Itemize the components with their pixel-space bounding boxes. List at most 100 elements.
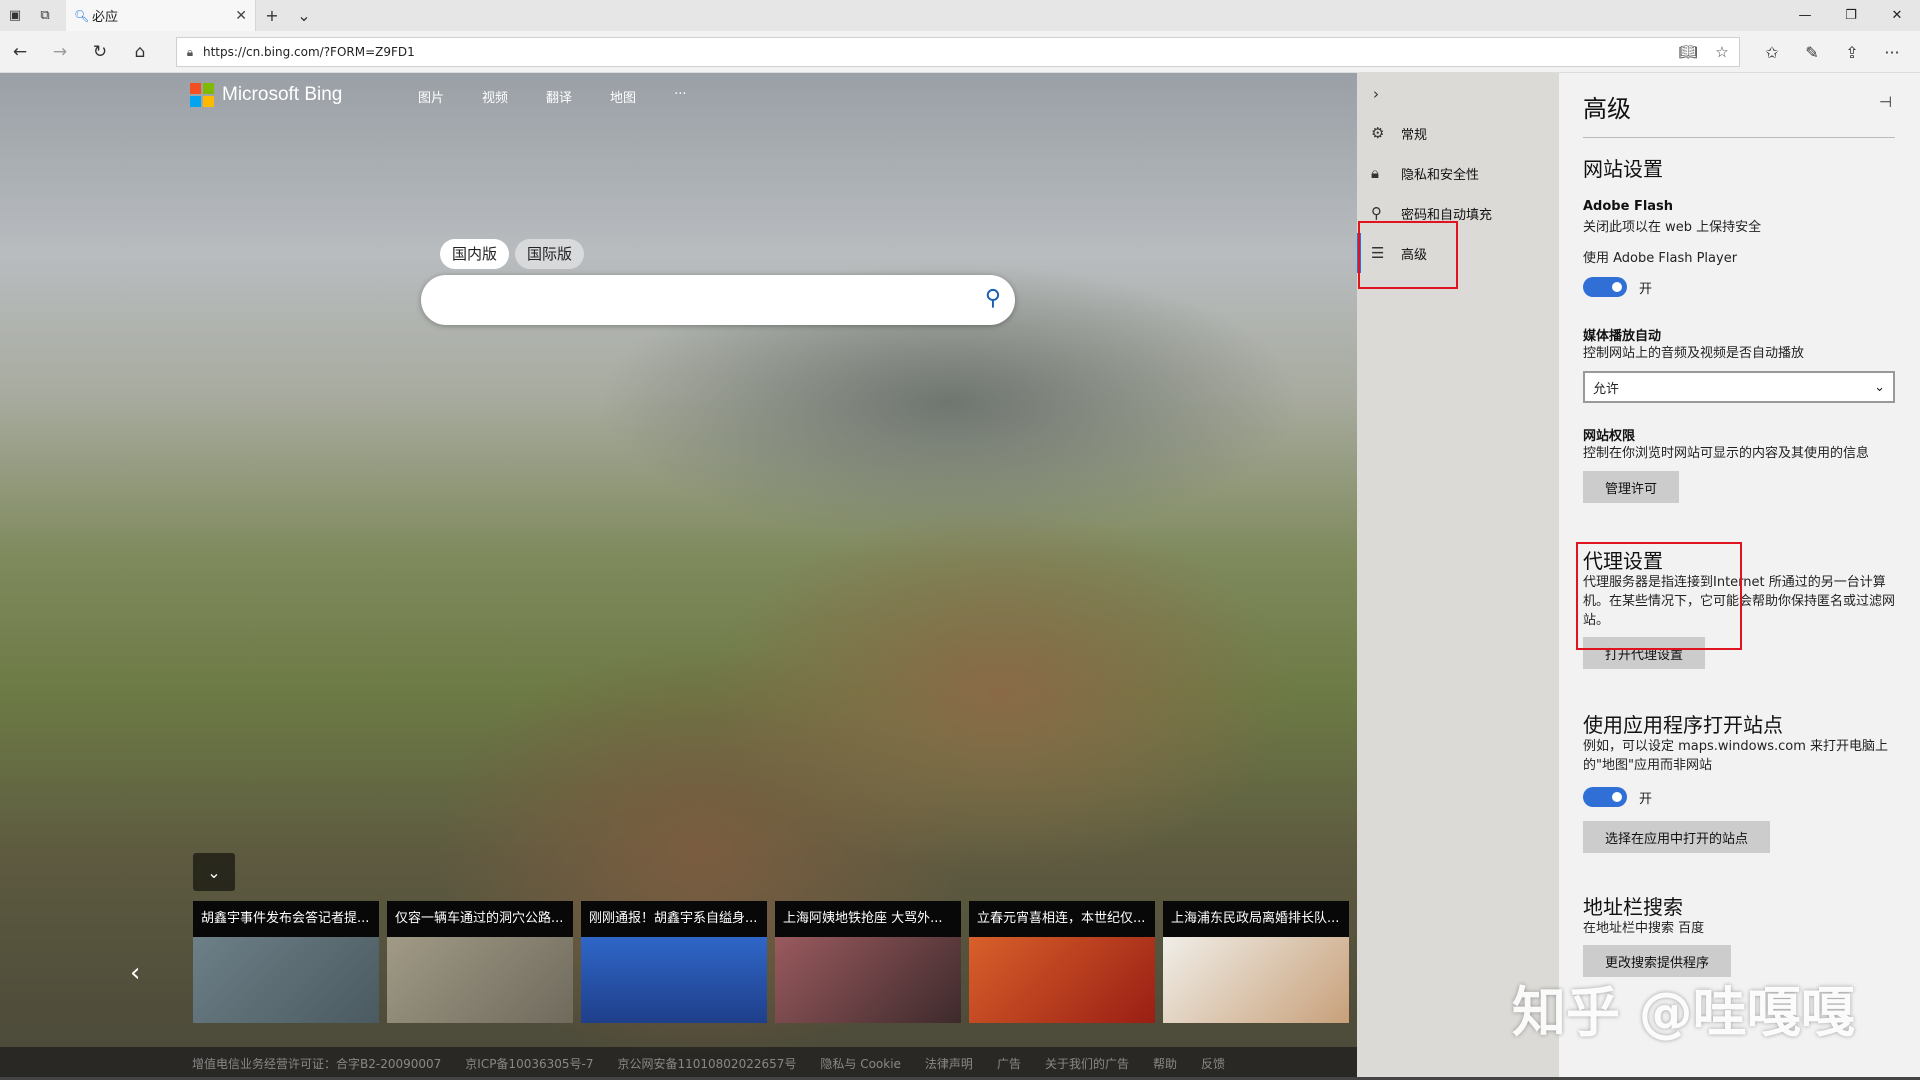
bing-nav-maps[interactable]: 地图 <box>610 87 636 106</box>
settings-panel: 高级 ⊣ 网站设置 Adobe Flash 关闭此项以在 web 上保持安全 使… <box>1559 73 1920 1080</box>
minimize-button[interactable]: — <box>1782 0 1828 31</box>
flash-toggle[interactable] <box>1583 277 1627 297</box>
settings-nav: › ⚙ 常规 🔒︎ 隐私和安全性 ⚲ 密码和自动填充 ☰ 高级 <box>1357 73 1559 1080</box>
news-card[interactable]: 仅容一辆车通过的洞穴公路... <box>387 901 573 1023</box>
search-input[interactable]: ⚲ <box>421 275 1015 325</box>
tab-international[interactable]: 国际版 <box>515 239 585 269</box>
tab-title: 必应 <box>92 10 119 25</box>
news-caption: 仅容一辆车通过的洞穴公路... <box>387 901 573 937</box>
lock-icon: 🔒︎ <box>186 44 194 59</box>
close-tab-icon[interactable]: ✕ <box>235 8 247 24</box>
restore-button[interactable]: ❐ <box>1828 0 1874 31</box>
bing-logo[interactable]: Microsoft Bing <box>190 83 342 107</box>
search-icon[interactable]: ⚲ <box>985 286 1001 311</box>
manage-permissions-button[interactable]: 管理许可 <box>1583 471 1680 503</box>
news-thumbnail <box>775 937 961 1023</box>
footer-link[interactable]: 增值电信业务经营许可证：合字B2-20090007 <box>192 1055 441 1072</box>
news-caption: 胡鑫宇事件发布会答记者提... <box>193 901 379 937</box>
region-tabs: 国内版 国际版 <box>440 239 590 269</box>
chevron-right-icon[interactable]: › <box>1373 85 1379 103</box>
toggle-state: 开 <box>1639 281 1653 297</box>
news-card[interactable]: 立春元宵喜相连，本世纪仅... <box>969 901 1155 1023</box>
apps-title: 使用应用程序打开站点 <box>1583 713 1783 737</box>
url-text[interactable]: https://cn.bing.com/?FORM=Z9FD1 <box>203 45 1671 59</box>
apps-desc: 例如，可以设定 maps.windows.com 来打开电脑上的"地图"应用而非… <box>1583 739 1889 773</box>
footer-link[interactable]: 反馈 <box>1201 1055 1225 1072</box>
news-strip: 胡鑫宇事件发布会答记者提... 仅容一辆车通过的洞穴公路... 刚刚通报！胡鑫宇… <box>193 901 1357 1023</box>
microsoft-logo-icon <box>190 83 214 107</box>
bing-nav-more[interactable]: ··· <box>674 87 686 106</box>
permissions-desc: 控制在你浏览时网站可显示的内容及其使用的信息 <box>1583 446 1870 461</box>
pin-icon[interactable]: ⊣ <box>1879 93 1892 111</box>
settings-item-label: 密码和自动填充 <box>1401 207 1493 223</box>
bing-nav-translate[interactable]: 翻译 <box>546 87 572 106</box>
news-thumbnail <box>1163 937 1349 1023</box>
footer-link[interactable]: 京ICP备10036305号-7 <box>465 1055 593 1072</box>
close-window-button[interactable]: ✕ <box>1874 0 1920 31</box>
share-icon[interactable]: ⇪ <box>1832 43 1872 62</box>
bing-nav-images[interactable]: 图片 <box>418 87 444 106</box>
tab-preview-button[interactable]: ⌄ <box>288 0 320 31</box>
flash-toggle-row: 开 <box>1583 277 1652 297</box>
media-title: 媒体播放自动 <box>1583 329 1662 344</box>
footer-link[interactable]: 帮助 <box>1153 1055 1177 1072</box>
choose-app-sites-button[interactable]: 选择在应用中打开的站点 <box>1583 821 1771 853</box>
settings-item-general[interactable]: ⚙ 常规 <box>1357 113 1559 153</box>
tab-domestic[interactable]: 国内版 <box>440 239 510 269</box>
news-caption: 立春元宵喜相连，本世纪仅... <box>969 901 1155 937</box>
watermark: 知乎 @哇嘎嘎 <box>1512 981 1855 1044</box>
favorites-hub-icon[interactable]: ✩ <box>1752 43 1792 62</box>
news-thumbnail <box>969 937 1155 1023</box>
media-autoplay-select[interactable]: 允许 ⌄ <box>1583 371 1895 403</box>
footer-link[interactable]: 京公网安备11010802022657号 <box>617 1055 796 1072</box>
news-thumbnail <box>193 937 379 1023</box>
bing-search-icon: 🔍︎ <box>74 8 90 23</box>
media-desc: 控制网站上的音频及视频是否自动播放 <box>1583 346 1805 361</box>
footer-link[interactable]: 关于我们的广告 <box>1045 1055 1129 1072</box>
navigation-bar: ← → ↻ ⌂ 🔒︎ https://cn.bing.com/?FORM=Z9F… <box>0 31 1920 73</box>
settings-item-label: 隐私和安全性 <box>1401 167 1480 183</box>
new-tab-button[interactable]: + <box>256 0 288 31</box>
toggle-state: 开 <box>1639 791 1653 807</box>
news-caption: 刚刚通报！胡鑫宇系自缢身... <box>581 901 767 937</box>
tab-actions-icon[interactable]: ▣ <box>0 0 30 31</box>
news-prev-arrow[interactable]: ‹ <box>130 958 140 988</box>
highlight-box <box>1576 542 1742 650</box>
footer-link[interactable]: 广告 <box>997 1055 1021 1072</box>
news-card[interactable]: 胡鑫宇事件发布会答记者提... <box>193 901 379 1023</box>
favorite-star-icon[interactable]: ☆ <box>1705 43 1739 61</box>
address-bar[interactable]: 🔒︎ https://cn.bing.com/?FORM=Z9FD1 📖︎ ☆ <box>176 37 1740 67</box>
browser-tab[interactable]: 🔍︎ 必应 ✕ <box>66 0 256 31</box>
web-note-icon[interactable]: ✎ <box>1792 43 1832 62</box>
collapse-news-button[interactable]: ⌄ <box>193 853 235 891</box>
news-caption: 上海浦东民政局离婚排长队... <box>1163 901 1349 937</box>
apps-toggle-row: 开 <box>1583 787 1652 807</box>
title-bar: ▣ ⧉ 🔍︎ 必应 ✕ + ⌄ — ❐ ✕ <box>0 0 1920 31</box>
reading-view-icon[interactable]: 📖︎ <box>1671 43 1705 61</box>
more-menu-icon[interactable]: ··· <box>1872 43 1912 62</box>
chevron-down-icon: ⌄ <box>1874 379 1885 395</box>
bing-homepage: Microsoft Bing 图片 视频 翻译 地图 ··· 国内版 国际版 ⚲… <box>0 73 1357 1080</box>
forward-button[interactable]: → <box>40 31 80 73</box>
footer-link[interactable]: 法律声明 <box>925 1055 973 1072</box>
logo-text: Microsoft Bing <box>222 84 343 105</box>
news-card[interactable]: 刚刚通报！胡鑫宇系自缢身... <box>581 901 767 1023</box>
news-card[interactable]: 上海阿姨地铁抢座 大骂外... <box>775 901 961 1023</box>
address-search-desc: 在地址栏中搜索 百度 <box>1583 921 1705 936</box>
back-button[interactable]: ← <box>0 31 40 73</box>
set-aside-tabs-icon[interactable]: ⧉ <box>30 0 60 31</box>
refresh-button[interactable]: ↻ <box>80 31 120 73</box>
footer-link[interactable]: 隐私与 Cookie <box>820 1055 901 1072</box>
select-value: 允许 <box>1593 381 1620 397</box>
address-search-title: 地址栏搜索 <box>1583 895 1683 919</box>
gear-icon: ⚙ <box>1371 124 1385 142</box>
home-button[interactable]: ⌂ <box>120 31 160 73</box>
news-card[interactable]: 上海浦东民政局离婚排长队... <box>1163 901 1349 1023</box>
flash-toggle-label: 使用 Adobe Flash Player <box>1583 251 1738 266</box>
bing-nav-videos[interactable]: 视频 <box>482 87 508 106</box>
permissions-title: 网站权限 <box>1583 429 1636 444</box>
flash-desc: 关闭此项以在 web 上保持安全 <box>1583 220 1762 235</box>
lock-icon: 🔒︎ <box>1371 164 1379 182</box>
apps-toggle[interactable] <box>1583 787 1627 807</box>
settings-item-privacy[interactable]: 🔒︎ 隐私和安全性 <box>1357 153 1559 193</box>
